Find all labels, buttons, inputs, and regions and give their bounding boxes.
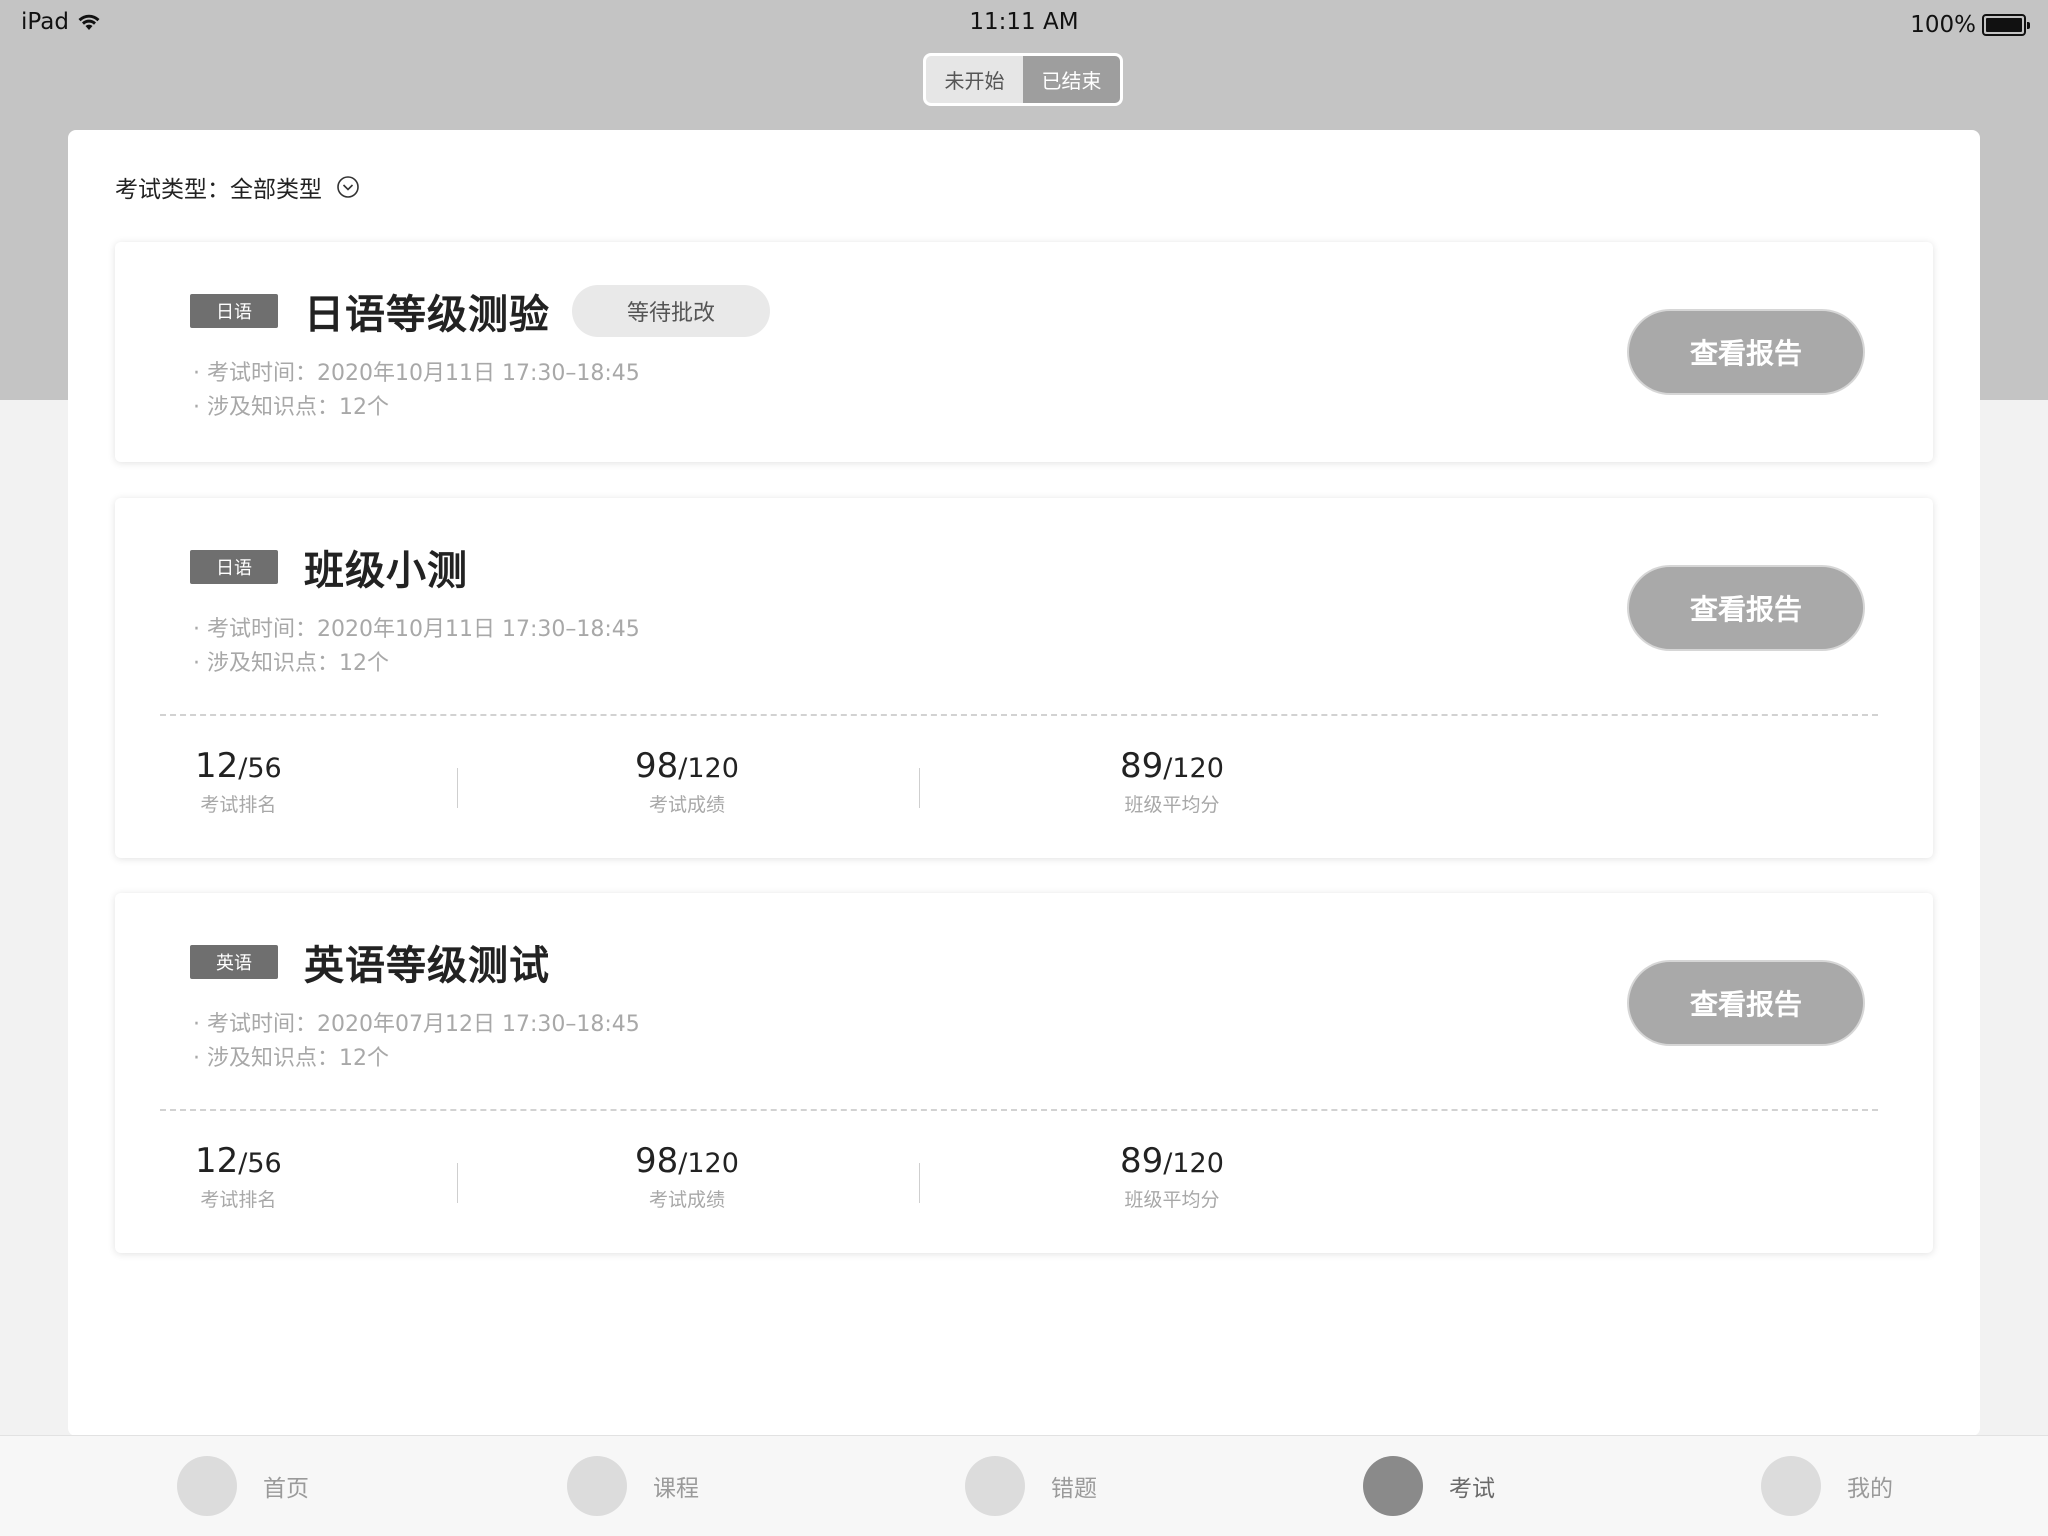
stat-value: 89 (1120, 1141, 1164, 1181)
status-badge: 等待批改 (572, 285, 770, 337)
segment-finished[interactable]: 已结束 (1023, 56, 1120, 103)
tab-exams[interactable]: 考试 (1363, 1456, 1495, 1516)
exam-meta: 考试时间：2020年10月11日 17:30–18:45 涉及知识点：12个 (193, 613, 640, 681)
exam-type-filter[interactable]: 考试类型： 全部类型 (115, 170, 360, 204)
rank-stat: 12/56 考试排名 (195, 746, 282, 817)
exam-card: 英语 英语等级测试 考试时间：2020年07月12日 17:30–18:45 涉… (115, 893, 1933, 1253)
tab-label: 我的 (1847, 1476, 1893, 1502)
stat-label: 考试成绩 (648, 1189, 725, 1211)
knowledge-points: 涉及知识点：12个 (193, 647, 640, 681)
stat-label: 班级平均分 (1124, 794, 1220, 816)
stat-value: 98 (635, 1141, 679, 1181)
score-stat: 98/120 考试成绩 (635, 746, 739, 817)
dashed-divider (160, 1109, 1878, 1111)
tab-label: 考试 (1449, 1476, 1495, 1502)
status-bar: iPad 11:11 AM 100% (0, 0, 2048, 46)
tab-bar: 首页 课程 错题 考试 我的 (0, 1435, 2048, 1536)
stat-divider (457, 768, 458, 808)
stat-total: /120 (1163, 1148, 1224, 1179)
exam-time: 考试时间：2020年07月12日 17:30–18:45 (193, 1008, 640, 1042)
exam-list-panel: 考试类型： 全部类型 日语 日语等级测验 等待批改 考试时间：2020年10月1… (68, 130, 1980, 1436)
exam-meta: 考试时间：2020年10月11日 17:30–18:45 涉及知识点：12个 (193, 357, 640, 425)
stat-label: 班级平均分 (1124, 1189, 1220, 1211)
knowledge-points: 涉及知识点：12个 (193, 1042, 640, 1076)
class-average-stat: 89/120 班级平均分 (1120, 1141, 1224, 1212)
stat-total: /120 (678, 1148, 739, 1179)
tab-label: 首页 (263, 1476, 309, 1502)
segment-not-started[interactable]: 未开始 (926, 56, 1023, 103)
exam-meta: 考试时间：2020年07月12日 17:30–18:45 涉及知识点：12个 (193, 1008, 640, 1076)
mistakes-icon (965, 1456, 1025, 1516)
tab-mistakes[interactable]: 错题 (965, 1456, 1097, 1516)
stat-total: /56 (238, 1148, 282, 1179)
view-report-button[interactable]: 查看报告 (1627, 565, 1865, 651)
courses-icon (567, 1456, 627, 1516)
subject-tag: 英语 (190, 945, 278, 979)
tab-label: 错题 (1051, 1476, 1097, 1502)
tab-profile[interactable]: 我的 (1761, 1456, 1893, 1516)
stat-total: /56 (238, 753, 282, 784)
knowledge-points: 涉及知识点：12个 (193, 391, 640, 425)
stat-value: 12 (195, 746, 239, 786)
exam-time: 考试时间：2020年10月11日 17:30–18:45 (193, 613, 640, 647)
stat-label: 考试成绩 (648, 794, 725, 816)
exam-card: 日语 日语等级测验 等待批改 考试时间：2020年10月11日 17:30–18… (115, 242, 1933, 462)
score-stat: 98/120 考试成绩 (635, 1141, 739, 1212)
view-report-button[interactable]: 查看报告 (1627, 960, 1865, 1046)
stat-total: /120 (1163, 753, 1224, 784)
home-icon (177, 1456, 237, 1516)
exam-title: 日语等级测验 (304, 292, 550, 338)
exams-icon (1363, 1456, 1423, 1516)
filter-label: 考试类型： (115, 177, 230, 203)
stat-total: /120 (678, 753, 739, 784)
class-average-stat: 89/120 班级平均分 (1120, 746, 1224, 817)
status-segmented-control: 未开始 已结束 (923, 53, 1123, 106)
battery-indicator: 100% (1910, 12, 2030, 38)
dashed-divider (160, 714, 1878, 716)
stat-value: 89 (1120, 746, 1164, 786)
rank-stat: 12/56 考试排名 (195, 1141, 282, 1212)
battery-percent: 100% (1910, 12, 1976, 38)
stat-divider (457, 1163, 458, 1203)
stat-divider (919, 1163, 920, 1203)
subject-tag: 日语 (190, 550, 278, 584)
exam-title: 英语等级测试 (304, 943, 550, 989)
subject-tag: 日语 (190, 294, 278, 328)
tab-label: 课程 (653, 1476, 699, 1502)
stat-value: 98 (635, 746, 679, 786)
stat-label: 考试排名 (200, 794, 277, 816)
battery-icon (1982, 14, 2030, 36)
filter-value: 全部类型 (230, 177, 322, 203)
stat-label: 考试排名 (200, 1189, 277, 1211)
exam-title: 班级小测 (304, 548, 468, 594)
exam-card: 日语 班级小测 考试时间：2020年10月11日 17:30–18:45 涉及知… (115, 498, 1933, 858)
profile-icon (1761, 1456, 1821, 1516)
tab-home[interactable]: 首页 (177, 1456, 309, 1516)
view-report-button[interactable]: 查看报告 (1627, 309, 1865, 395)
tab-courses[interactable]: 课程 (567, 1456, 699, 1516)
chevron-down-circle-icon (336, 175, 360, 199)
stat-value: 12 (195, 1141, 239, 1181)
clock: 11:11 AM (969, 9, 1079, 35)
stat-divider (919, 768, 920, 808)
exam-time: 考试时间：2020年10月11日 17:30–18:45 (193, 357, 640, 391)
